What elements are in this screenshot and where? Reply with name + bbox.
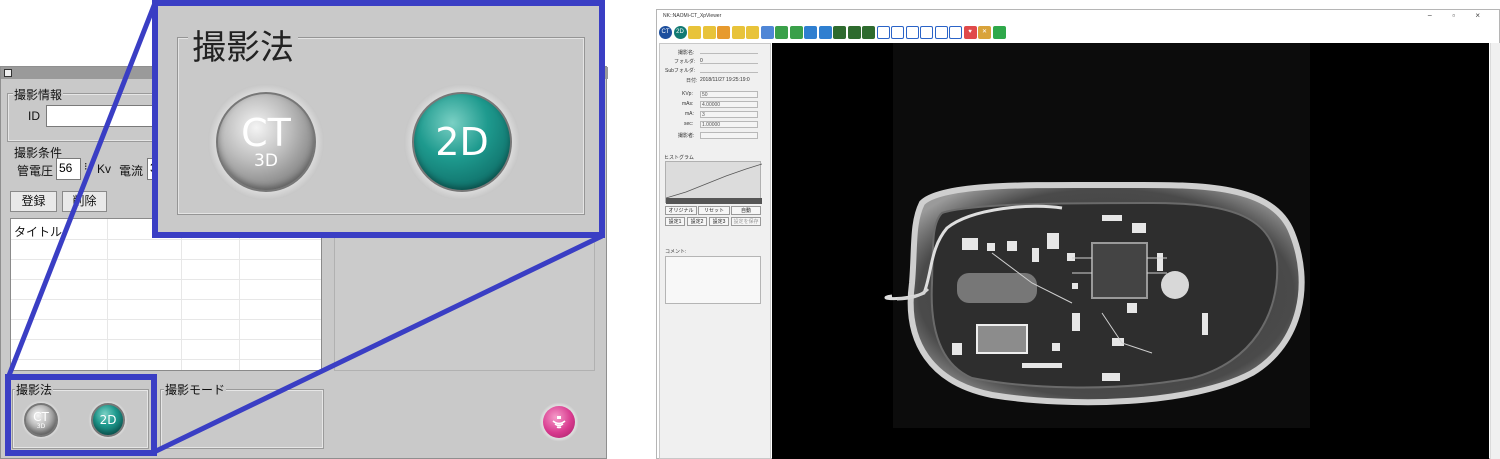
zoom-2d-label: 2D (435, 120, 489, 164)
window-controls[interactable]: − ▫ × (1427, 11, 1489, 20)
vertical-scrollbar[interactable] (1490, 43, 1500, 459)
frame-icon[interactable] (934, 25, 948, 39)
zoom-callout: 撮影法 CT 3D 2D (152, 0, 605, 238)
zoom-2d-button[interactable]: 2D (412, 92, 512, 192)
lock-icon[interactable] (992, 25, 1006, 39)
viewer-window-title: NK::NAOMi-CT_XpViewer (663, 13, 722, 19)
m-icon[interactable] (847, 25, 861, 39)
info-label-name: 撮影名: (678, 50, 695, 56)
flip-icon[interactable] (789, 25, 803, 39)
undo-icon[interactable] (818, 25, 832, 39)
frame-icon[interactable] (949, 25, 962, 39)
zoom-ct-sublabel: 3D (254, 151, 278, 171)
info-value-date: 2018/11/27 19:25:19:0 (700, 77, 750, 83)
param-label-mas: mAs: (682, 101, 694, 107)
zoom-method-legend: 撮影法 (188, 20, 298, 69)
frame-icon[interactable] (905, 25, 919, 39)
frame-icon[interactable] (920, 25, 933, 39)
xray-mouse-image (884, 181, 1305, 406)
param-field-operator[interactable] (700, 132, 758, 139)
preset-1-button[interactable]: 設定1 (665, 217, 685, 226)
folder-icon[interactable] (702, 25, 716, 39)
ct-icon[interactable]: CT (659, 25, 672, 39)
param-field-kvp[interactable]: 50 (700, 91, 758, 98)
param-label-ma: mA: (685, 111, 694, 117)
tools-icon[interactable]: ✕ (978, 25, 991, 39)
folder-icon[interactable] (731, 25, 745, 39)
rotate-icon[interactable] (775, 25, 788, 39)
param-field-sec[interactable]: 1.00000 (700, 121, 758, 128)
comment-textarea[interactable] (665, 256, 761, 304)
xp-viewer-window: NK::NAOMi-CT_XpViewer − ▫ × CT 2D ♥ ✕ 撮影… (656, 9, 1500, 459)
edit-icon[interactable] (760, 25, 774, 39)
info-label-date: 日付: (686, 78, 698, 84)
save-preset-button[interactable]: 設定を保存 (731, 217, 761, 226)
viewer-toolbar: CT 2D ♥ ✕ (659, 24, 1006, 40)
info-label-folder: フォルダ: (674, 59, 696, 65)
param-label-kvp: KVp: (682, 91, 693, 97)
2d-icon[interactable]: 2D (673, 25, 687, 39)
param-label-operator: 撮影者: (678, 133, 695, 139)
open-folder-icon[interactable] (688, 25, 701, 39)
folder-icon[interactable] (717, 25, 730, 39)
param-label-sec: sec: (684, 121, 694, 127)
folder-icon[interactable] (746, 25, 759, 39)
param-field-ma[interactable]: 3 (700, 111, 758, 118)
preset-3-button[interactable]: 設定3 (709, 217, 729, 226)
viewer-info-panel: 撮影名: フォルダ: 0 Subフォルダ: 日付: 2018/11/27 19:… (659, 43, 771, 459)
xray-image-view[interactable] (772, 43, 1489, 459)
histogram-chart[interactable] (665, 161, 763, 204)
heart-icon[interactable]: ♥ (963, 25, 977, 39)
param-field-mas[interactable]: 4.00000 (700, 101, 758, 108)
info-line-name (700, 53, 758, 54)
redo-icon[interactable] (804, 25, 817, 39)
info-label-subfolder: Subフォルダ: (665, 68, 696, 74)
zoom-ct-label: CT (241, 111, 291, 155)
zoom-ct-3d-button[interactable]: CT 3D (216, 92, 316, 192)
hist-auto-button[interactable]: 自動 (731, 206, 761, 215)
hist-original-button[interactable]: オリジナル (665, 206, 697, 215)
histogram-curve (665, 163, 763, 204)
comment-label: コメント: (665, 249, 687, 255)
preset-2-button[interactable]: 設定2 (687, 217, 707, 226)
histogram-label: ヒストグラム (664, 155, 694, 161)
info-line-subfolder (700, 72, 758, 73)
frame-icon[interactable] (876, 25, 890, 39)
frame-icon[interactable] (891, 25, 904, 39)
m-icon[interactable] (862, 25, 875, 39)
hist-reset-button[interactable]: リセット (698, 206, 730, 215)
m-icon[interactable] (833, 25, 846, 39)
info-line-folder (700, 63, 758, 64)
